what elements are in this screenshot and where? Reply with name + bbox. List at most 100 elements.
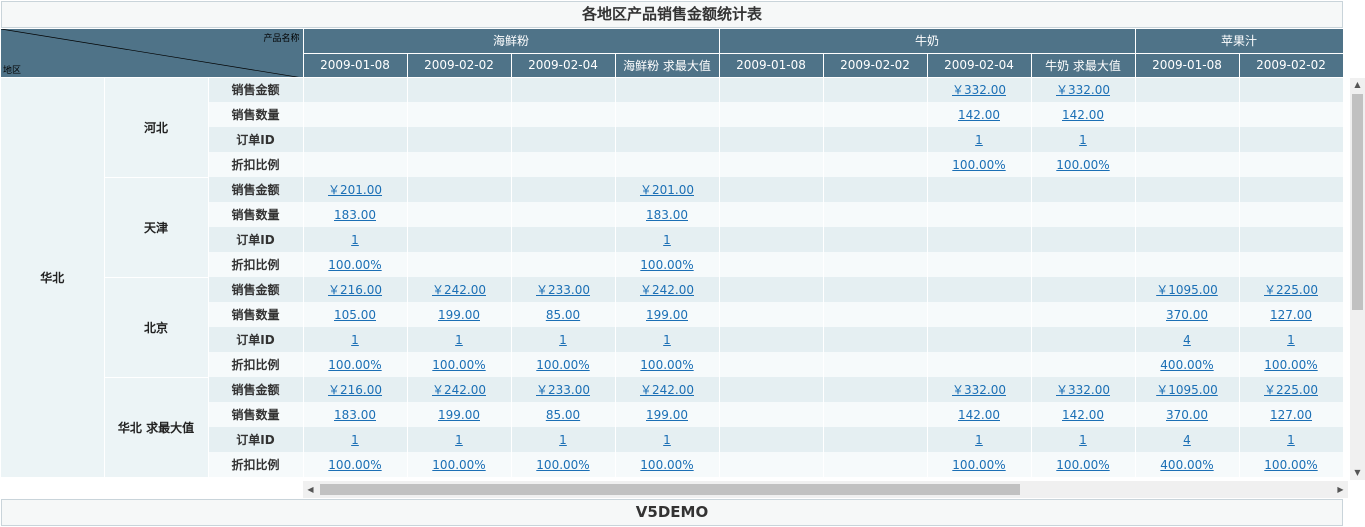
value-link[interactable]: 100.00% xyxy=(328,458,381,472)
value-link[interactable]: 1 xyxy=(559,333,567,347)
value-link[interactable]: 1 xyxy=(1287,433,1295,447)
value-link[interactable]: 400.00% xyxy=(1160,458,1213,472)
value-link[interactable]: 142.00 xyxy=(958,408,1000,422)
value-link[interactable]: 1 xyxy=(351,333,359,347)
value-link[interactable]: 199.00 xyxy=(646,408,688,422)
value-link[interactable]: 142.00 xyxy=(958,108,1000,122)
value-link[interactable]: 100.00% xyxy=(1264,458,1317,472)
value-cell xyxy=(719,77,824,102)
value-link[interactable]: 100.00% xyxy=(1264,358,1317,372)
value-link[interactable]: 1 xyxy=(455,433,463,447)
value-link[interactable]: ￥216.00 xyxy=(328,283,382,297)
value-link[interactable]: ￥233.00 xyxy=(536,383,590,397)
value-link[interactable]: 199.00 xyxy=(646,308,688,322)
value-link[interactable]: 1 xyxy=(559,433,567,447)
value-link[interactable]: 100.00% xyxy=(328,358,381,372)
value-link[interactable]: ￥1095.00 xyxy=(1156,283,1218,297)
value-link[interactable]: ￥233.00 xyxy=(536,283,590,297)
value-cell: 199.00 xyxy=(407,302,512,327)
value-link[interactable]: ￥332.00 xyxy=(952,83,1006,97)
value-link[interactable]: 1 xyxy=(351,433,359,447)
corner-product-label: 产品名称 xyxy=(263,34,300,44)
value-link[interactable]: 199.00 xyxy=(438,408,480,422)
value-link[interactable]: 183.00 xyxy=(334,208,376,222)
value-link[interactable]: 183.00 xyxy=(334,408,376,422)
value-link[interactable]: 100.00% xyxy=(640,458,693,472)
value-cell: 100.00% xyxy=(615,352,720,377)
value-link[interactable]: 370.00 xyxy=(1166,408,1208,422)
value-link[interactable]: ￥201.00 xyxy=(640,183,694,197)
value-link[interactable]: ￥332.00 xyxy=(1056,383,1110,397)
value-link[interactable]: 100.00% xyxy=(536,358,589,372)
vertical-scrollbar[interactable]: ▲ ▼ xyxy=(1350,78,1365,480)
value-link[interactable]: 1 xyxy=(1079,133,1087,147)
value-cell xyxy=(407,152,512,177)
value-link[interactable]: 1 xyxy=(1079,433,1087,447)
value-link[interactable]: 1 xyxy=(1287,333,1295,347)
value-link[interactable]: 85.00 xyxy=(546,308,580,322)
value-link[interactable]: 1 xyxy=(975,433,983,447)
value-link[interactable]: 183.00 xyxy=(646,208,688,222)
value-cell xyxy=(303,152,408,177)
value-link[interactable]: ￥242.00 xyxy=(640,383,694,397)
value-link[interactable]: 1 xyxy=(351,233,359,247)
value-link[interactable]: 100.00% xyxy=(432,358,485,372)
corner-area-label: 地区 xyxy=(3,65,22,76)
metric-label: 订单ID xyxy=(208,227,304,252)
value-link[interactable]: ￥201.00 xyxy=(328,183,382,197)
value-cell: 1 xyxy=(511,427,616,452)
value-cell: 142.00 xyxy=(1031,402,1136,427)
value-link[interactable]: 100.00% xyxy=(536,458,589,472)
value-link[interactable]: 400.00% xyxy=(1160,358,1213,372)
value-link[interactable]: ￥242.00 xyxy=(432,283,486,297)
value-link[interactable]: 105.00 xyxy=(334,308,376,322)
value-cell xyxy=(1239,152,1344,177)
value-cell xyxy=(823,352,928,377)
value-link[interactable]: ￥216.00 xyxy=(328,383,382,397)
value-link[interactable]: 142.00 xyxy=(1062,108,1104,122)
value-link[interactable]: 85.00 xyxy=(546,408,580,422)
value-link[interactable]: ￥332.00 xyxy=(1056,83,1110,97)
value-link[interactable]: 100.00% xyxy=(952,458,1005,472)
value-cell: ￥332.00 xyxy=(1031,377,1136,402)
value-link[interactable]: ￥1095.00 xyxy=(1156,383,1218,397)
horizontal-scroll-thumb[interactable] xyxy=(320,484,1020,495)
value-link[interactable]: 100.00% xyxy=(952,158,1005,172)
value-link[interactable]: 100.00% xyxy=(1056,458,1109,472)
value-link[interactable]: 1 xyxy=(663,233,671,247)
scroll-right-arrow-icon[interactable]: ▶ xyxy=(1333,481,1348,498)
value-link[interactable]: 127.00 xyxy=(1270,408,1312,422)
value-link[interactable]: ￥225.00 xyxy=(1264,383,1318,397)
value-link[interactable]: 199.00 xyxy=(438,308,480,322)
scroll-down-arrow-icon[interactable]: ▼ xyxy=(1350,466,1365,480)
value-link[interactable]: 100.00% xyxy=(328,258,381,272)
vertical-scroll-thumb[interactable] xyxy=(1352,94,1363,310)
value-link[interactable]: 100.00% xyxy=(432,458,485,472)
value-cell: 400.00% xyxy=(1135,352,1240,377)
value-link[interactable]: 100.00% xyxy=(640,258,693,272)
value-link[interactable]: 1 xyxy=(663,333,671,347)
value-link[interactable]: ￥225.00 xyxy=(1264,283,1318,297)
horizontal-scrollbar[interactable]: ◀ ▶ xyxy=(303,481,1348,498)
value-cell xyxy=(719,227,824,252)
value-link[interactable]: ￥332.00 xyxy=(952,383,1006,397)
value-link[interactable]: 1 xyxy=(975,133,983,147)
value-link[interactable]: 4 xyxy=(1183,433,1191,447)
value-cell xyxy=(927,302,1032,327)
region-cell: 华北 xyxy=(1,77,105,478)
value-cell xyxy=(615,127,720,152)
scroll-left-arrow-icon[interactable]: ◀ xyxy=(303,481,318,498)
value-cell xyxy=(615,102,720,127)
value-link[interactable]: 100.00% xyxy=(640,358,693,372)
scroll-up-arrow-icon[interactable]: ▲ xyxy=(1350,78,1365,92)
value-link[interactable]: ￥242.00 xyxy=(432,383,486,397)
value-link[interactable]: 142.00 xyxy=(1062,408,1104,422)
value-link[interactable]: 370.00 xyxy=(1166,308,1208,322)
value-link[interactable]: 1 xyxy=(455,333,463,347)
value-link[interactable]: 4 xyxy=(1183,333,1191,347)
value-link[interactable]: 127.00 xyxy=(1270,308,1312,322)
value-cell xyxy=(1135,77,1240,102)
value-link[interactable]: 100.00% xyxy=(1056,158,1109,172)
value-link[interactable]: 1 xyxy=(663,433,671,447)
value-link[interactable]: ￥242.00 xyxy=(640,283,694,297)
